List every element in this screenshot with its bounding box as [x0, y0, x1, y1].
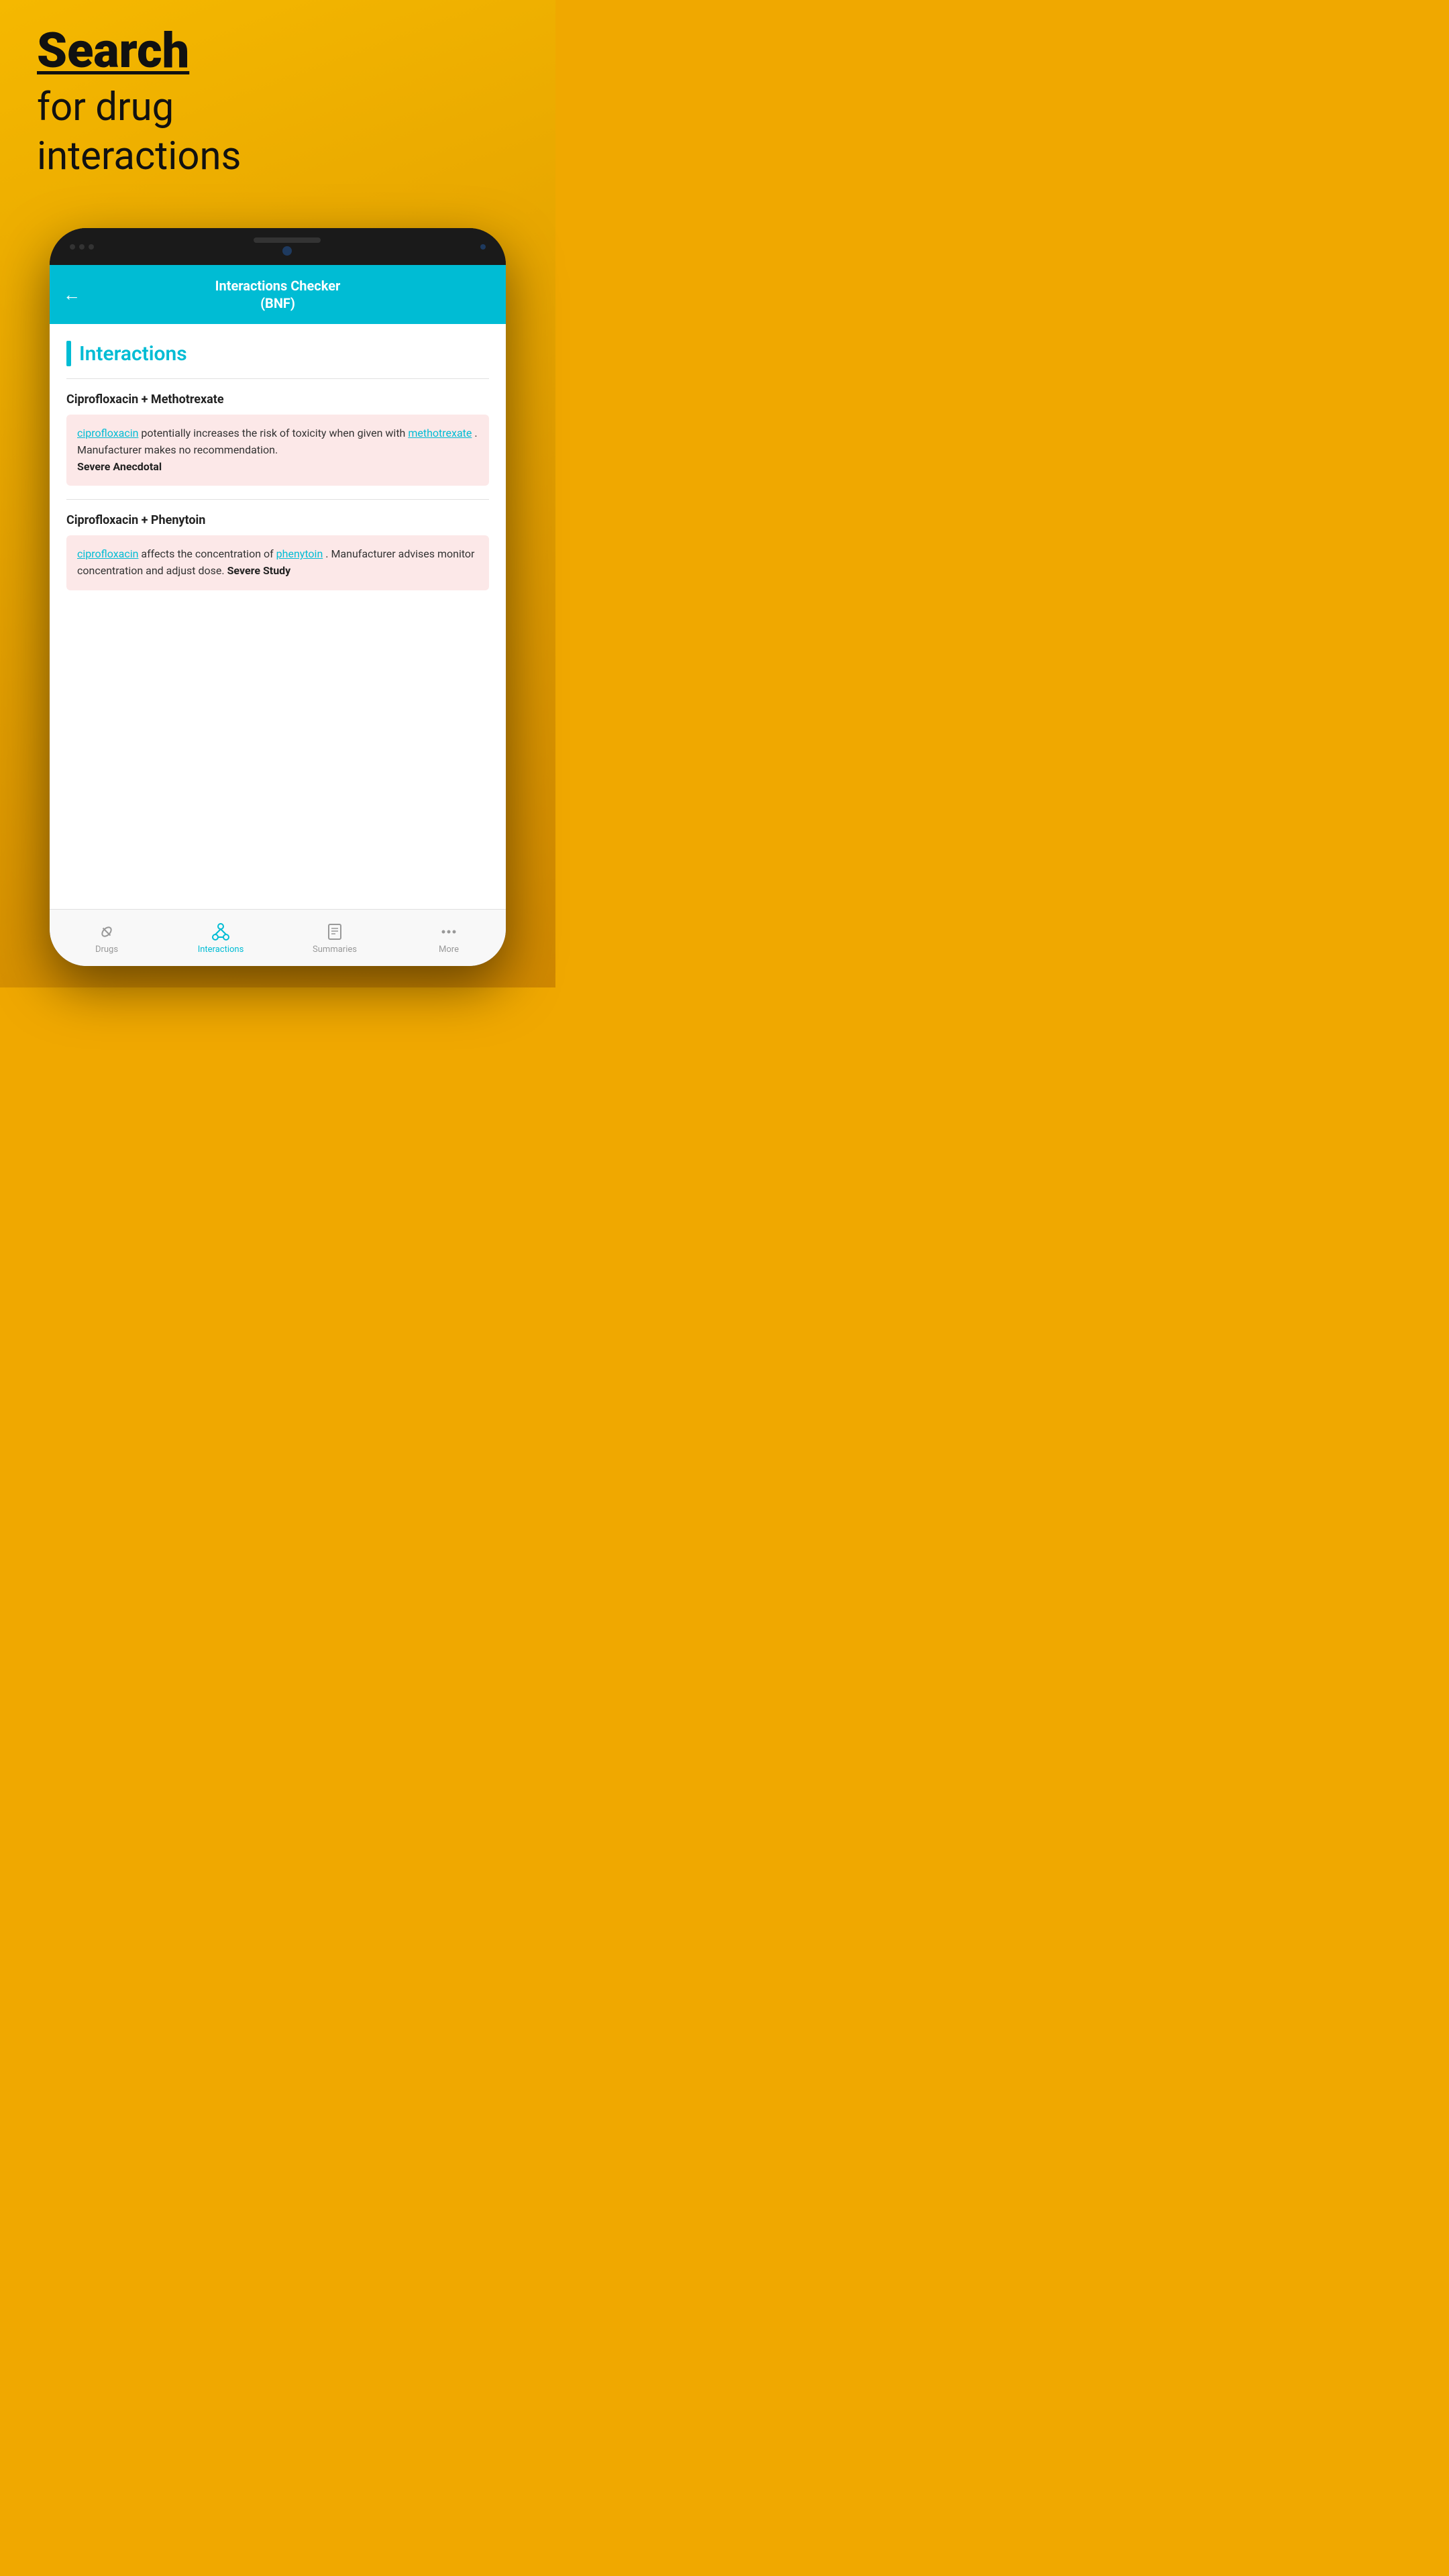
- app-header-title: Interactions Checker (BNF): [215, 277, 341, 312]
- nav-item-summaries[interactable]: Summaries: [278, 922, 392, 955]
- nav-item-drugs[interactable]: Drugs: [50, 922, 164, 955]
- nav-label-interactions: Interactions: [198, 945, 244, 955]
- interaction-card-1: ciprofloxacin potentially increases the …: [66, 415, 489, 486]
- interaction-title-2: Ciprofloxacin + Phenytoin: [66, 513, 489, 527]
- phone-screen: ← Interactions Checker (BNF) Interaction…: [50, 265, 506, 966]
- sensor-dot-3: [89, 244, 94, 250]
- front-camera: [282, 246, 292, 256]
- interaction-text-mid-1: potentially increases the risk of toxici…: [141, 427, 408, 439]
- summaries-icon: [325, 922, 345, 942]
- drug-link-ciprofloxacin-1[interactable]: ciprofloxacin: [77, 427, 138, 439]
- phone-notch: [50, 228, 506, 265]
- title-divider: [66, 378, 489, 379]
- app-header: ← Interactions Checker (BNF): [50, 265, 506, 324]
- severity-1: Severe Anecdotal: [77, 460, 162, 473]
- drug-link-phenytoin[interactable]: phenytoin: [276, 547, 323, 560]
- interaction-text-mid-2: affects the concentration of: [141, 547, 276, 560]
- drugs-icon: [97, 922, 117, 942]
- interaction-text-1: ciprofloxacin potentially increases the …: [77, 425, 478, 475]
- interaction-card-2: ciprofloxacin affects the concentration …: [66, 535, 489, 590]
- nav-item-interactions[interactable]: Interactions: [164, 922, 278, 955]
- section-title: Interactions: [79, 342, 187, 366]
- bottom-nav: Drugs Interactions: [50, 909, 506, 966]
- notch-left-sensors: [70, 244, 94, 250]
- drug-link-ciprofloxacin-2[interactable]: ciprofloxacin: [77, 547, 138, 560]
- nav-label-more: More: [439, 945, 459, 955]
- app-title-line1: Interactions Checker: [215, 278, 341, 294]
- nav-item-more[interactable]: More: [392, 922, 506, 955]
- phone-frame: ← Interactions Checker (BNF) Interaction…: [50, 228, 506, 966]
- more-icon: [439, 922, 459, 942]
- sensor-dot-2: [79, 244, 85, 250]
- back-button[interactable]: ←: [63, 284, 80, 305]
- header-area: Search for druginteractions: [37, 27, 241, 180]
- interactions-icon: [211, 922, 231, 942]
- app-content: Interactions Ciprofloxacin + Methotrexat…: [50, 324, 506, 909]
- notch-right-sensors: [480, 244, 486, 250]
- phone-speaker: [254, 237, 321, 243]
- header-subtitle: for druginteractions: [37, 83, 241, 180]
- interaction-divider-1: [66, 499, 489, 500]
- interaction-group-2: Ciprofloxacin + Phenytoin ciprofloxacin …: [66, 513, 489, 590]
- nav-label-summaries: Summaries: [313, 945, 357, 955]
- sensor-dot-1: [70, 244, 75, 250]
- nav-label-drugs: Drugs: [95, 945, 118, 955]
- section-title-row: Interactions: [66, 341, 489, 366]
- drug-link-methotrexate[interactable]: methotrexate: [408, 427, 472, 439]
- interaction-text-2: ciprofloxacin affects the concentration …: [77, 546, 478, 580]
- section-title-accent-bar: [66, 341, 71, 366]
- search-heading: Search: [37, 27, 241, 75]
- app-title-line2: (BNF): [260, 295, 295, 311]
- interaction-title-1: Ciprofloxacin + Methotrexate: [66, 392, 489, 407]
- interaction-group-1: Ciprofloxacin + Methotrexate ciprofloxac…: [66, 392, 489, 486]
- notch-center: [254, 237, 321, 256]
- severity-2: Severe Study: [227, 564, 291, 577]
- sensor-dot-right: [480, 244, 486, 250]
